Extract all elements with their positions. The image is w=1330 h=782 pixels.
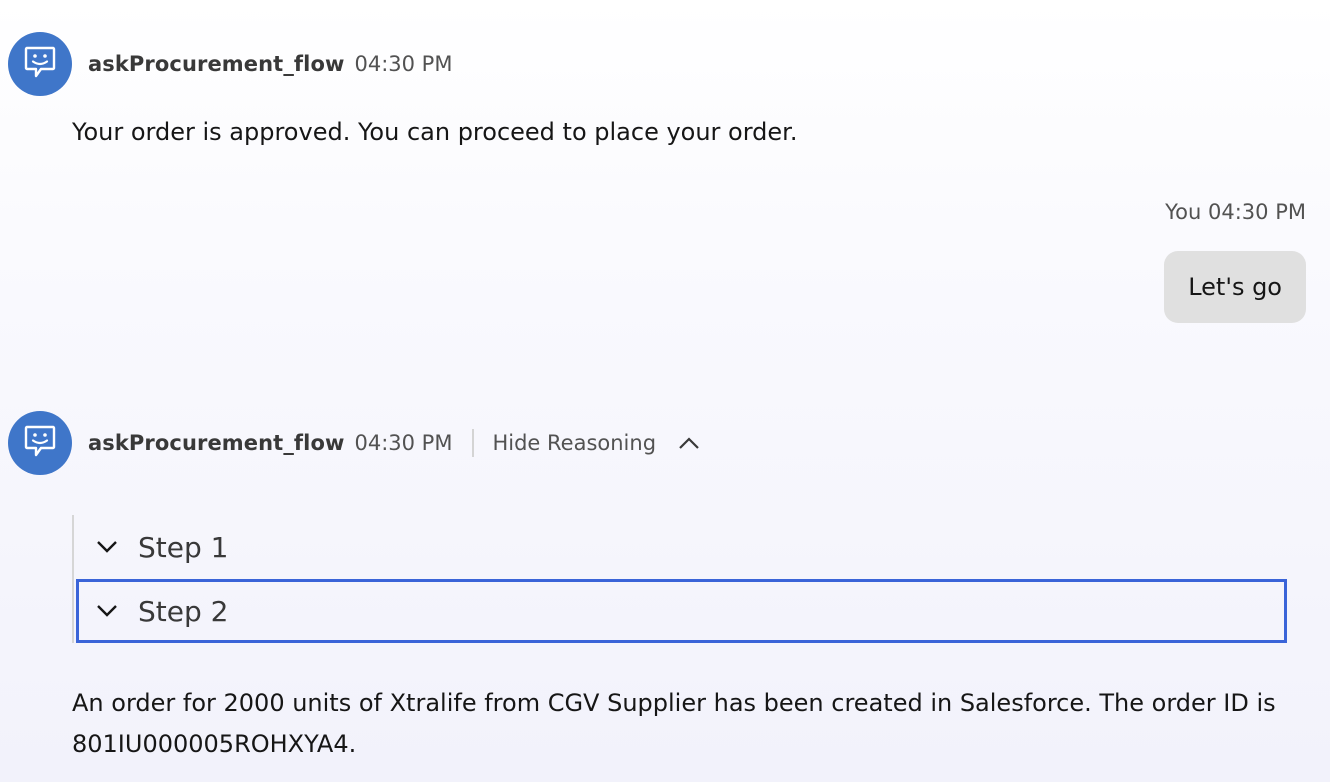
hide-reasoning-label: Hide Reasoning (492, 431, 657, 455)
chevron-down-icon (96, 540, 118, 554)
step-label: Step 2 (138, 594, 229, 628)
bot-sender-name: askProcurement_flow (88, 52, 345, 76)
bot-avatar (8, 411, 72, 475)
bot-message-header-2: askProcurement_flow 04:30 PM Hide Reason… (8, 411, 700, 475)
bot-message-text: Your order is approved. You can proceed … (72, 118, 798, 146)
bot-message-header-1: askProcurement_flow 04:30 PM (8, 32, 452, 96)
step-label: Step 1 (138, 530, 229, 564)
reasoning-step-2[interactable]: Step 2 (76, 579, 1287, 643)
chevron-down-icon (96, 604, 118, 618)
header-divider (472, 429, 475, 457)
bot-avatar (8, 32, 72, 96)
user-message-meta: You 04:30 PM (1165, 200, 1306, 224)
hide-reasoning-toggle[interactable]: Hide Reasoning (492, 431, 700, 455)
reasoning-step-1[interactable]: Step 1 (74, 515, 1287, 579)
chat-bot-icon (21, 43, 59, 85)
chat-bot-icon (21, 422, 59, 464)
message-timestamp: 04:30 PM (354, 52, 453, 76)
user-message-bubble: Let's go (1164, 251, 1306, 323)
bot-message-text: An order for 2000 units of Xtralife from… (72, 689, 1276, 758)
bot-sender-name: askProcurement_flow (88, 431, 345, 455)
reasoning-steps: Step 1 Step 2 (72, 515, 1287, 643)
chevron-up-icon (678, 436, 700, 450)
message-timestamp: 04:30 PM (354, 431, 453, 455)
